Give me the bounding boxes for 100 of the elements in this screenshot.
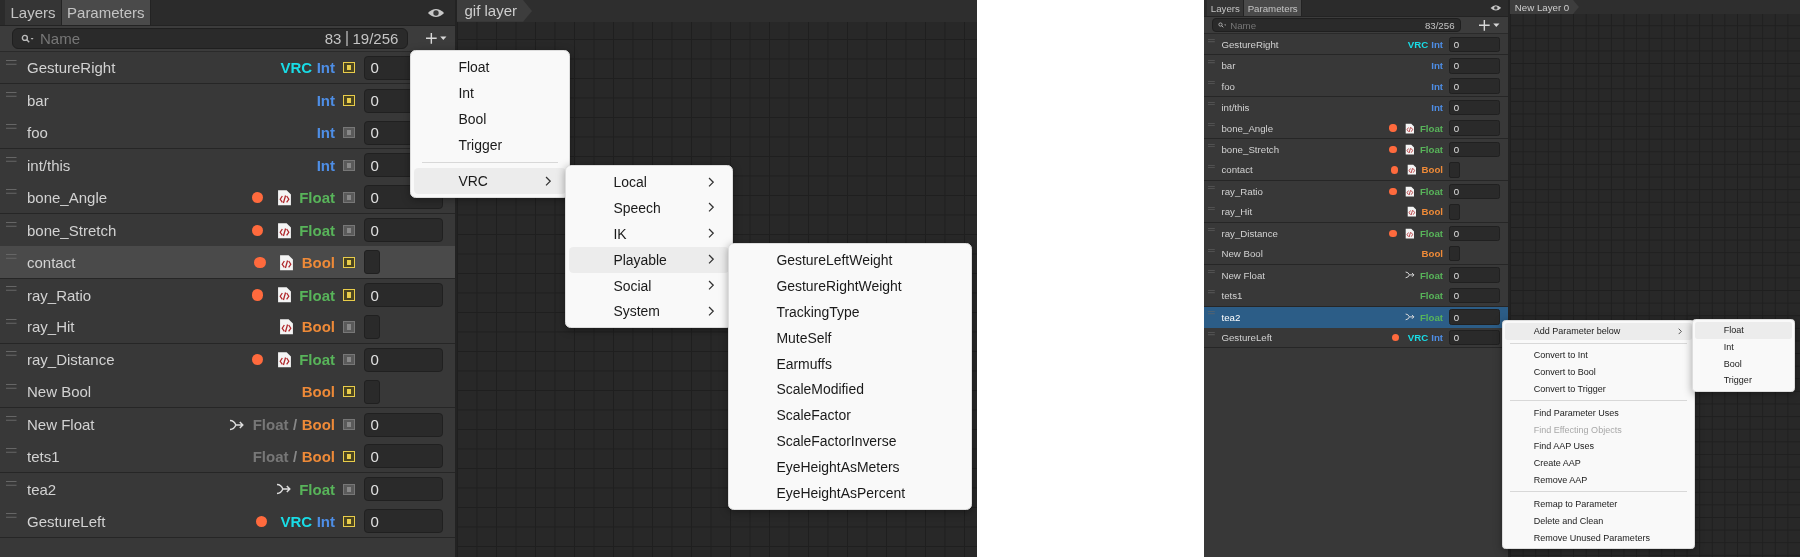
value-field[interactable]: 0 <box>1448 78 1501 94</box>
parameter-row[interactable]: tets1 Float 0 <box>1204 285 1508 307</box>
value-field[interactable]: 0 <box>1448 58 1501 74</box>
drag-handle-icon[interactable] <box>6 253 17 260</box>
saved-toggle[interactable] <box>343 321 355 333</box>
value-field[interactable]: 0 <box>363 444 443 469</box>
eye-icon[interactable] <box>426 6 445 19</box>
menu-item[interactable]: Convert to Trigger <box>1504 380 1693 398</box>
parameter-row[interactable]: contact Bool <box>1204 160 1508 181</box>
value-field[interactable]: 0 <box>363 218 443 243</box>
parameter-row[interactable]: ray_Distance Float 0 <box>1204 222 1508 244</box>
value-field[interactable]: 0 <box>1448 267 1501 283</box>
saved-toggle[interactable] <box>343 191 355 203</box>
saved-toggle[interactable] <box>343 289 355 301</box>
value-field[interactable]: 0 <box>363 347 443 372</box>
drag-handle-icon[interactable] <box>1207 227 1215 232</box>
search-input[interactable]: Name <box>1230 19 1425 31</box>
drag-handle-icon[interactable] <box>6 156 17 162</box>
value-field[interactable]: 0 <box>363 509 443 534</box>
parameter-row[interactable]: int/this Int 0 <box>1204 97 1508 119</box>
value-field[interactable]: 0 <box>1448 183 1501 200</box>
parameter-row[interactable]: New Float Float / Bool 0 <box>0 408 455 441</box>
menu-item[interactable]: Int <box>1694 338 1793 356</box>
drag-handle-icon[interactable] <box>6 92 17 98</box>
menu-item[interactable]: Find Parameter Uses <box>1504 404 1693 422</box>
checkbox[interactable] <box>363 250 380 275</box>
drag-handle-icon[interactable] <box>1207 311 1215 315</box>
parameter-row[interactable]: GestureRight VRC Int 0 <box>1204 34 1508 56</box>
menu-item[interactable]: ScaleFactorInverse <box>731 428 969 455</box>
value-field[interactable]: 0 <box>363 412 443 437</box>
drag-handle-icon[interactable] <box>6 448 17 454</box>
saved-toggle[interactable] <box>343 159 355 172</box>
parameter-row[interactable]: ray_Ratio Float 0 <box>1204 180 1508 202</box>
drag-handle-icon[interactable] <box>6 59 17 65</box>
value-field[interactable]: 0 <box>1448 225 1501 242</box>
menu-item[interactable]: Local <box>568 168 730 195</box>
parameter-row[interactable]: contact Bool <box>0 246 455 279</box>
value-field[interactable]: 0 <box>1448 309 1501 325</box>
parameter-row[interactable]: New Bool Bool <box>1204 243 1508 265</box>
menu-item[interactable]: Convert to Bool <box>1504 363 1693 381</box>
drag-handle-icon[interactable] <box>6 286 17 292</box>
value-field[interactable]: 0 <box>1448 36 1501 53</box>
menu-item[interactable]: Add Parameter below <box>1504 322 1693 340</box>
saved-toggle[interactable] <box>343 354 355 366</box>
menu-item[interactable]: Playable <box>568 246 730 273</box>
menu-item[interactable]: Float <box>1694 321 1793 339</box>
value-field[interactable]: 0 <box>1448 329 1501 346</box>
parameter-row[interactable]: ray_Hit Bool <box>0 311 455 344</box>
drag-handle-icon[interactable] <box>1207 164 1215 169</box>
drag-handle-icon[interactable] <box>6 318 17 324</box>
drag-handle-icon[interactable] <box>1207 122 1215 127</box>
parameter-row[interactable]: foo Int 0 <box>1204 76 1508 98</box>
value-field[interactable]: 0 <box>1448 99 1501 116</box>
menu-item[interactable]: EyeHeightAsMeters <box>731 454 969 481</box>
parameter-row[interactable]: tea2 Float 0 <box>1204 306 1508 328</box>
parameter-row[interactable]: bone_Angle Float 0 <box>1204 118 1508 140</box>
search-field[interactable]: Name 83 19/256 <box>12 28 409 49</box>
menu-item[interactable]: Speech <box>568 194 730 221</box>
menu-item[interactable]: Convert to Int <box>1504 346 1693 364</box>
saved-toggle[interactable] <box>343 483 355 495</box>
saved-toggle[interactable] <box>343 126 355 139</box>
menu-item[interactable]: Trigger <box>1694 372 1793 389</box>
value-field[interactable]: 0 <box>363 283 443 307</box>
parameter-row[interactable]: ray_Hit Bool <box>1204 201 1508 223</box>
saved-toggle[interactable] <box>343 386 355 398</box>
menu-item[interactable]: System <box>568 298 730 325</box>
parameter-row[interactable]: ray_Distance Float 0 <box>0 343 455 376</box>
menu-item[interactable]: Remove AAP <box>1504 471 1693 489</box>
value-field[interactable]: 0 <box>1448 120 1501 136</box>
eye-icon[interactable] <box>1489 4 1502 12</box>
parameter-row[interactable]: New Float Float 0 <box>1204 264 1508 286</box>
value-field[interactable]: 0 <box>363 477 443 502</box>
saved-toggle[interactable] <box>343 418 355 431</box>
drag-handle-icon[interactable] <box>1207 206 1215 211</box>
menu-item[interactable]: Find AAP Uses <box>1504 438 1693 455</box>
panel-tab[interactable]: Parameters <box>1244 0 1303 17</box>
drag-handle-icon[interactable] <box>6 383 17 389</box>
menu-item[interactable]: VRC <box>413 168 567 195</box>
saved-toggle[interactable] <box>343 256 355 268</box>
menu-item[interactable]: GestureLeftWeight <box>731 246 969 273</box>
menu-item[interactable]: ScaleModified <box>731 376 969 403</box>
saved-toggle[interactable] <box>343 515 355 527</box>
value-field[interactable]: 0 <box>1448 287 1501 304</box>
panel-tab[interactable]: Layers <box>5 0 62 26</box>
menu-item[interactable]: Remove Unused Parameters <box>1504 529 1693 546</box>
drag-handle-icon[interactable] <box>1207 143 1215 148</box>
menu-item[interactable]: TrackingType <box>731 298 969 325</box>
menu-item[interactable]: EyeHeightAsPercent <box>731 480 969 507</box>
panel-tab[interactable]: Layers <box>1207 0 1245 17</box>
parameter-row[interactable]: New Bool Bool <box>0 376 455 409</box>
search-input[interactable]: Name <box>40 30 325 48</box>
panel-tab[interactable]: Parameters <box>61 0 151 26</box>
menu-item[interactable]: Bool <box>1694 355 1793 373</box>
menu-item[interactable]: ScaleFactor <box>731 402 969 429</box>
value-field[interactable]: 0 <box>1448 141 1501 158</box>
saved-toggle[interactable] <box>343 224 355 236</box>
saved-toggle[interactable] <box>343 95 355 107</box>
checkbox[interactable] <box>1448 162 1460 178</box>
drag-handle-icon[interactable] <box>1207 185 1215 190</box>
saved-toggle[interactable] <box>343 62 355 74</box>
